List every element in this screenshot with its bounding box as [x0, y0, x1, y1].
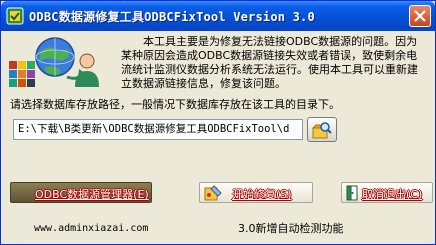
app-icon: [6, 7, 24, 25]
grid-icon: [9, 61, 35, 87]
odbc-manager-label: ODBC数据源管理器(E): [35, 188, 149, 201]
database-path-input[interactable]: E:\下载\B类更新\ODBC数据源修复工具ODBCFixTool\d: [13, 119, 303, 140]
close-button[interactable]: [409, 5, 431, 27]
close-icon: [414, 10, 426, 22]
title-bar[interactable]: ODBC数据源修复工具ODBCFixTool Version 3.0: [1, 1, 435, 31]
start-repair-label: 开始修复(S): [232, 188, 292, 201]
version-note: 3.0新增自动检测功能: [238, 222, 344, 235]
odbc-manager-button[interactable]: ODBC数据源管理器(E): [10, 182, 152, 203]
globe-icon: [35, 37, 75, 77]
cancel-exit-label: 取消退出(C): [362, 188, 423, 201]
app-window: ODBC数据源修复工具ODBCFixTool Version 3.0 本工具主要…: [0, 0, 436, 245]
repair-icon: [204, 185, 222, 201]
cancel-exit-button[interactable]: 取消退出(C): [341, 182, 433, 203]
odbc-logo: [9, 37, 105, 87]
exit-door-icon: [346, 185, 358, 201]
intro-text: 本工具主要是为修复无法链接ODBC数据源的问题。因为某种原因会造成ODBC数据源…: [121, 35, 418, 90]
browse-button[interactable]: [307, 117, 337, 142]
path-label: 请选择数据库存放路径，一般情况下数据库存放在该工具的目录下。: [10, 98, 340, 111]
user-icon: [75, 53, 99, 87]
website-link[interactable]: www.adminxiazai.com: [34, 223, 148, 234]
window-title: ODBC数据源修复工具ODBCFixTool Version 3.0: [29, 10, 315, 24]
start-repair-button[interactable]: 开始修复(S): [199, 182, 313, 203]
folder-browse-icon: [312, 122, 332, 139]
